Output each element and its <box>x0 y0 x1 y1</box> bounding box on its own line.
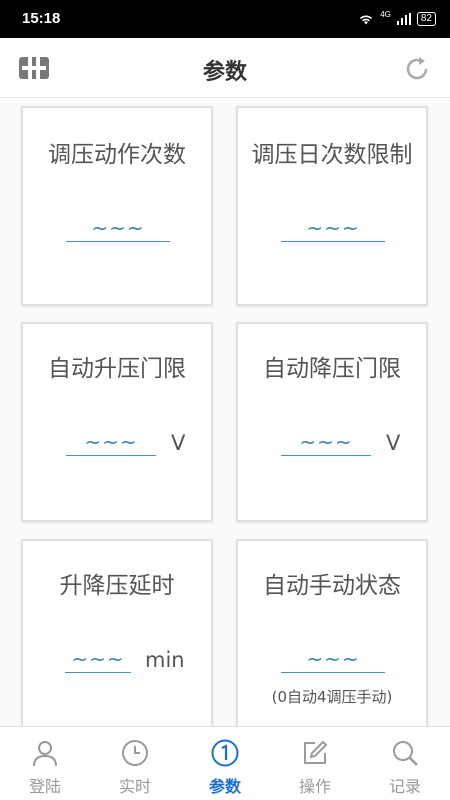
app-header: 参数 <box>0 38 450 98</box>
param-card-daily-limit: 调压日次数限制 ~~~ <box>236 106 428 306</box>
status-time: 15:18 <box>22 10 61 27</box>
action-count-value[interactable]: ~~~ <box>66 216 170 242</box>
nav-label: 操作 <box>298 777 331 796</box>
edit-icon <box>304 740 328 764</box>
card-title: 升降压延时 <box>59 573 175 599</box>
number-one-icon <box>211 739 239 767</box>
status-bar: 15:18 4G 82 <box>0 0 450 38</box>
buck-threshold-value[interactable]: ~~~ <box>281 430 371 456</box>
param-card-action-count: 调压动作次数 ~~~ <box>21 106 213 306</box>
page-title: 参数 <box>202 60 247 85</box>
clock-icon <box>122 740 148 766</box>
battery-indicator: 82 <box>416 12 436 26</box>
nav-label: 参数 <box>208 777 241 796</box>
nav-item-records[interactable]: 记录 <box>360 727 450 800</box>
nav-item-login[interactable]: 登陆 <box>0 727 90 800</box>
card-title: 自动升压门限 <box>48 356 186 382</box>
nav-label: 记录 <box>388 777 421 796</box>
mode-state-value[interactable]: ~~~ <box>281 647 385 673</box>
signal-icon <box>396 13 411 25</box>
nav-label: 登陆 <box>28 777 61 796</box>
card-title: 调压动作次数 <box>48 142 186 168</box>
wifi-icon <box>360 15 373 25</box>
param-card-delay: 升降压延时 ~~~ min <box>21 539 213 726</box>
search-icon <box>393 741 418 766</box>
status-icons: 4G 82 <box>358 9 436 26</box>
card-title: 自动手动状态 <box>263 573 401 599</box>
nav-label: 实时 <box>118 777 151 796</box>
card-title: 自动降压门限 <box>263 356 401 382</box>
mode-state-hint: (0自动4调压手动) <box>271 688 393 706</box>
nav-item-params[interactable]: 参数 <box>180 727 270 800</box>
person-icon <box>33 741 57 767</box>
unit-label: V <box>386 431 401 455</box>
nav-item-operate[interactable]: 操作 <box>270 727 360 800</box>
nav-item-realtime[interactable]: 实时 <box>90 727 180 800</box>
unit-label: V <box>171 431 186 455</box>
delay-value[interactable]: ~~~ <box>65 647 131 673</box>
parameter-grid: 调压动作次数 ~~~ 调压日次数限制 ~~~ 自动升压门限 ~~~ V 自动降压… <box>0 99 450 726</box>
boost-threshold-value[interactable]: ~~~ <box>66 430 156 456</box>
refresh-icon[interactable] <box>402 54 432 84</box>
unit-label: min <box>145 648 185 672</box>
param-card-buck-threshold: 自动降压门限 ~~~ V <box>236 322 428 522</box>
bottom-nav: 登陆 实时 参数 操作 记录 <box>0 726 450 800</box>
param-card-mode-state: 自动手动状态 ~~~ (0自动4调压手动) <box>236 539 428 726</box>
param-card-boost-threshold: 自动升压门限 ~~~ V <box>21 322 213 522</box>
card-title: 调压日次数限制 <box>251 142 413 168</box>
network-type-label: 4G <box>380 9 391 19</box>
daily-limit-value[interactable]: ~~~ <box>281 216 385 242</box>
